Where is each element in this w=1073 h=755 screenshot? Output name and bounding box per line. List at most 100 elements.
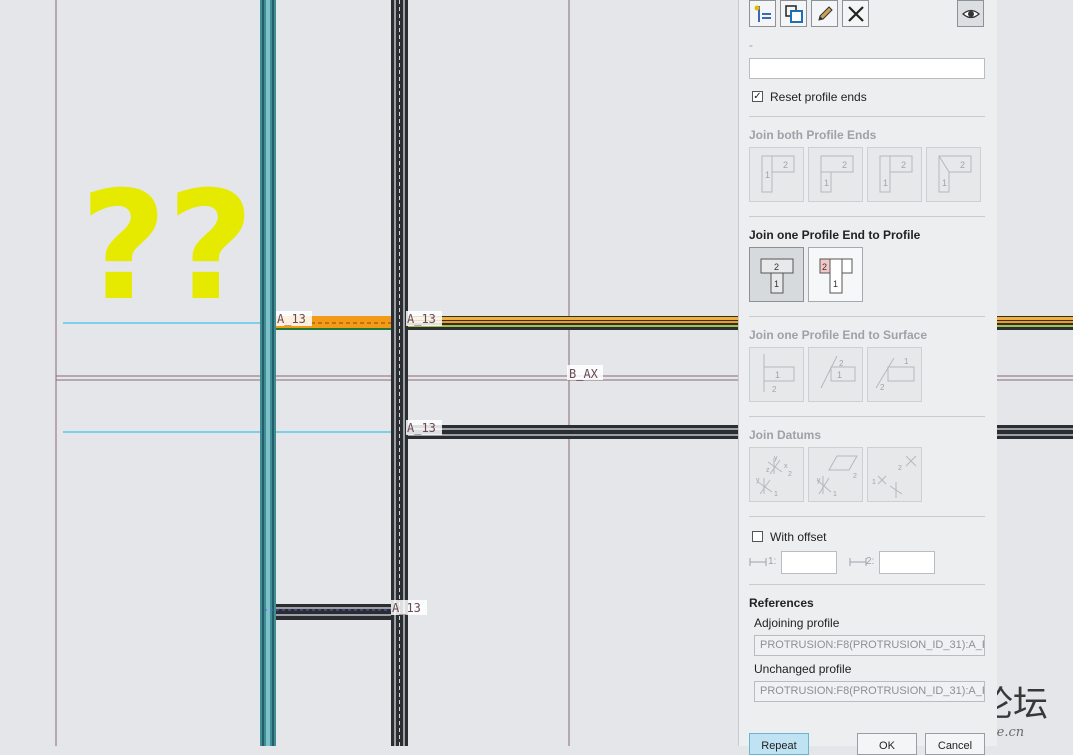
join-datums-option-1: y x z 2 y 1	[749, 447, 804, 502]
preview-button[interactable]	[957, 0, 984, 27]
copy-profile-button[interactable]	[780, 0, 807, 27]
profile-label: A_13	[392, 601, 421, 615]
references-title: References	[749, 596, 814, 610]
join-datums-option-2: 2 y 1	[808, 447, 863, 502]
profile-number: 2	[901, 160, 906, 170]
profile-number: 2	[960, 160, 965, 170]
join-corner-icon: 1 2	[809, 148, 862, 201]
profile-number: 2	[842, 160, 847, 170]
profile-number: 2	[774, 262, 779, 272]
axis-letter: y	[774, 455, 778, 462]
join-profile-option-2[interactable]: 2 1	[808, 247, 863, 302]
axis-letter: z	[766, 467, 770, 474]
profile-number: 1	[824, 178, 829, 188]
delete-profile-button[interactable]	[842, 0, 869, 27]
cancel-button[interactable]: Cancel	[925, 733, 985, 755]
profile-number: 2	[783, 160, 788, 170]
axis-label: B_AX	[569, 367, 599, 381]
profile-number: 1	[774, 279, 779, 289]
profile-number: 2	[880, 383, 885, 392]
join-surface-option-2: 2 1	[808, 347, 863, 402]
profile-label: A_13	[407, 421, 436, 435]
profile-ends-panel: - ✓ Reset profile ends Join both Profile…	[738, 0, 997, 755]
surface-join-icon: 2 1	[809, 348, 862, 401]
divider	[749, 416, 985, 417]
offset-1-input[interactable]	[781, 551, 837, 574]
join-surface-option-1: 1 2	[749, 347, 804, 402]
ok-button[interactable]: OK	[857, 733, 917, 755]
profile-number: 1	[775, 370, 780, 380]
dark-vertical-profile[interactable]	[391, 0, 408, 746]
new-profile-icon	[750, 4, 775, 24]
join-both-option-1: 1 2	[749, 147, 804, 202]
adjoining-profile-label: Adjoining profile	[754, 616, 840, 630]
surface-join-icon: 1 2	[750, 348, 803, 401]
join-both-option-4: 1 2	[926, 147, 981, 202]
axis-letter: y	[817, 477, 821, 484]
unchanged-profile-field[interactable]: PROTRUSION:F8(PROTRUSION_ID_31):A_PR	[754, 681, 985, 702]
profile-number: 1	[833, 491, 837, 498]
unchanged-profile-label: Unchanged profile	[754, 662, 852, 676]
join-t-icon: 2 1	[750, 248, 803, 301]
divider	[749, 116, 985, 117]
profile-number: 1	[904, 357, 909, 366]
edit-profile-button[interactable]	[811, 0, 838, 27]
join-datums-option-3: 2 1	[867, 447, 922, 502]
teal-vertical-profile[interactable]	[260, 0, 276, 746]
short-profile[interactable]	[264, 604, 391, 620]
axis-letter: y	[756, 477, 760, 484]
profile-number: 1	[765, 170, 770, 180]
join-miter-icon: 1 2	[927, 148, 980, 201]
datum-axes-icon: y x z 2 y 1	[750, 448, 803, 501]
profile-number: 2	[788, 471, 792, 478]
axis-letter: x	[784, 463, 788, 470]
dash-label: -	[749, 38, 753, 52]
join-both-option-2: 1 2	[808, 147, 863, 202]
divider	[749, 516, 985, 517]
join-corner-icon: 1 2	[750, 148, 803, 201]
reset-profile-ends-label: Reset profile ends	[770, 90, 867, 104]
profile-number: 1	[833, 279, 838, 289]
reset-profile-ends-checkbox[interactable]: ✓	[752, 91, 763, 102]
profile-label: A_13	[407, 312, 436, 326]
join-one-profile-title: Join one Profile End to Profile	[749, 228, 921, 242]
profile-label: A_13	[277, 312, 306, 326]
profile-name-input[interactable]	[749, 58, 985, 79]
profile-number: 1	[837, 370, 842, 380]
delete-x-icon	[843, 4, 868, 24]
join-surface-option-3: 1 2	[867, 347, 922, 402]
join-both-title: Join both Profile Ends	[749, 128, 877, 142]
divider	[749, 316, 985, 317]
profile-number: 2	[898, 465, 902, 472]
offset-2-input[interactable]	[879, 551, 935, 574]
profile-number: 2	[839, 359, 844, 368]
join-profile-option-1[interactable]: 2 1	[749, 247, 804, 302]
edit-pencil-icon	[812, 4, 837, 24]
with-offset-label: With offset	[770, 530, 827, 544]
divider	[749, 584, 985, 585]
profile-number: 1	[942, 178, 947, 188]
divider	[749, 216, 985, 217]
copy-profile-icon	[781, 4, 806, 24]
offset-dimension-icon	[849, 556, 867, 570]
join-datums-title: Join Datums	[749, 428, 822, 442]
adjoining-profile-field[interactable]: PROTRUSION:F8(PROTRUSION_ID_31):A_PR	[754, 635, 985, 656]
join-one-surface-title: Join one Profile End to Surface	[749, 328, 928, 342]
with-offset-checkbox[interactable]	[752, 531, 763, 542]
offset-2-label: 2:	[866, 556, 875, 567]
offset-1-label: 1:	[768, 556, 777, 567]
repeat-button[interactable]: Repeat	[749, 733, 809, 755]
profile-number: 2	[822, 262, 827, 272]
profile-number: 1	[872, 479, 876, 486]
profile-number: 2	[853, 473, 857, 480]
join-both-option-3: 1 2	[867, 147, 922, 202]
profile-number: 2	[772, 385, 777, 394]
new-profile-button[interactable]	[749, 0, 776, 27]
join-corner-icon: 1 2	[868, 148, 921, 201]
join-t-cut-icon: 2 1	[809, 248, 862, 301]
profile-number: 1	[883, 178, 888, 188]
question-annotation: ??	[80, 160, 254, 334]
offset-dimension-icon	[749, 556, 767, 570]
surface-join-icon: 1 2	[868, 348, 921, 401]
eye-icon	[958, 4, 983, 24]
